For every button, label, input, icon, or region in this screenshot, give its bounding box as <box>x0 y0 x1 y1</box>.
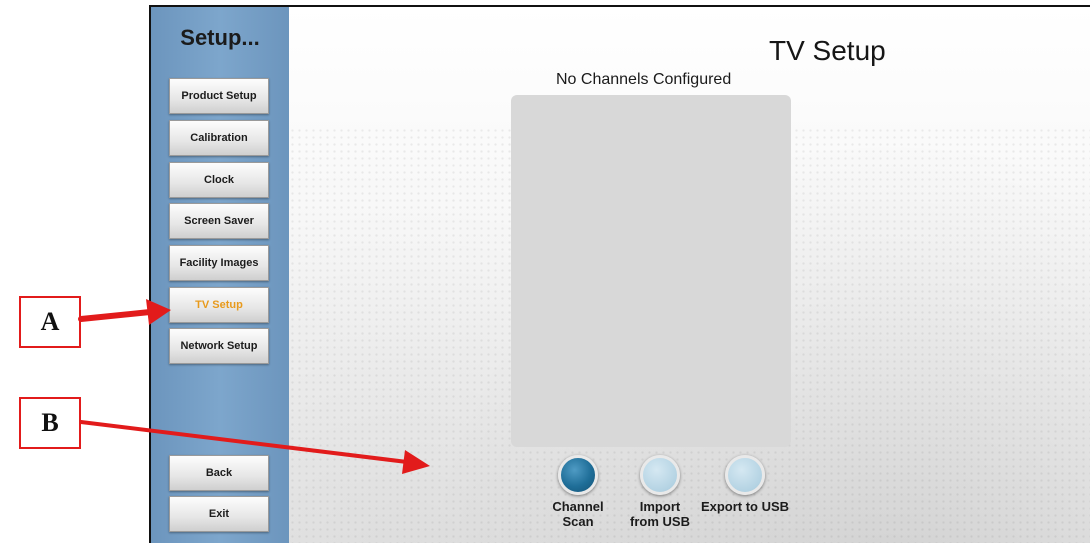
back-button[interactable]: Back <box>169 455 269 491</box>
sidebar-item-tv-setup[interactable]: TV Setup <box>169 287 269 323</box>
callout-b: B <box>19 397 81 449</box>
sidebar-item-facility-images[interactable]: Facility Images <box>169 245 269 281</box>
device-screen: Setup... Product Setup Calibration Clock… <box>149 5 1090 543</box>
channel-scan-button[interactable] <box>558 455 598 495</box>
export-to-usb-button[interactable] <box>725 455 765 495</box>
sidebar-item-screen-saver[interactable]: Screen Saver <box>169 203 269 239</box>
channel-list[interactable] <box>511 95 791 447</box>
sidebar-item-calibration[interactable]: Calibration <box>169 120 269 156</box>
callout-a: A <box>19 296 81 348</box>
channels-status: No Channels Configured <box>556 71 732 88</box>
sidebar: Setup... Product Setup Calibration Clock… <box>151 7 289 543</box>
sidebar-item-clock[interactable]: Clock <box>169 162 269 198</box>
export-to-usb-label: Export to USB <box>700 499 790 514</box>
main-panel: TV Setup No Channels Configured Channel … <box>289 7 1090 543</box>
page-title: TV Setup <box>769 35 886 66</box>
export-usb-action: Export to USB <box>685 455 805 514</box>
sidebar-item-network-setup[interactable]: Network Setup <box>169 328 269 364</box>
import-from-usb-button[interactable] <box>640 455 680 495</box>
sidebar-item-product-setup[interactable]: Product Setup <box>169 78 269 114</box>
sidebar-title: Setup... <box>180 25 260 50</box>
exit-button[interactable]: Exit <box>169 496 269 532</box>
